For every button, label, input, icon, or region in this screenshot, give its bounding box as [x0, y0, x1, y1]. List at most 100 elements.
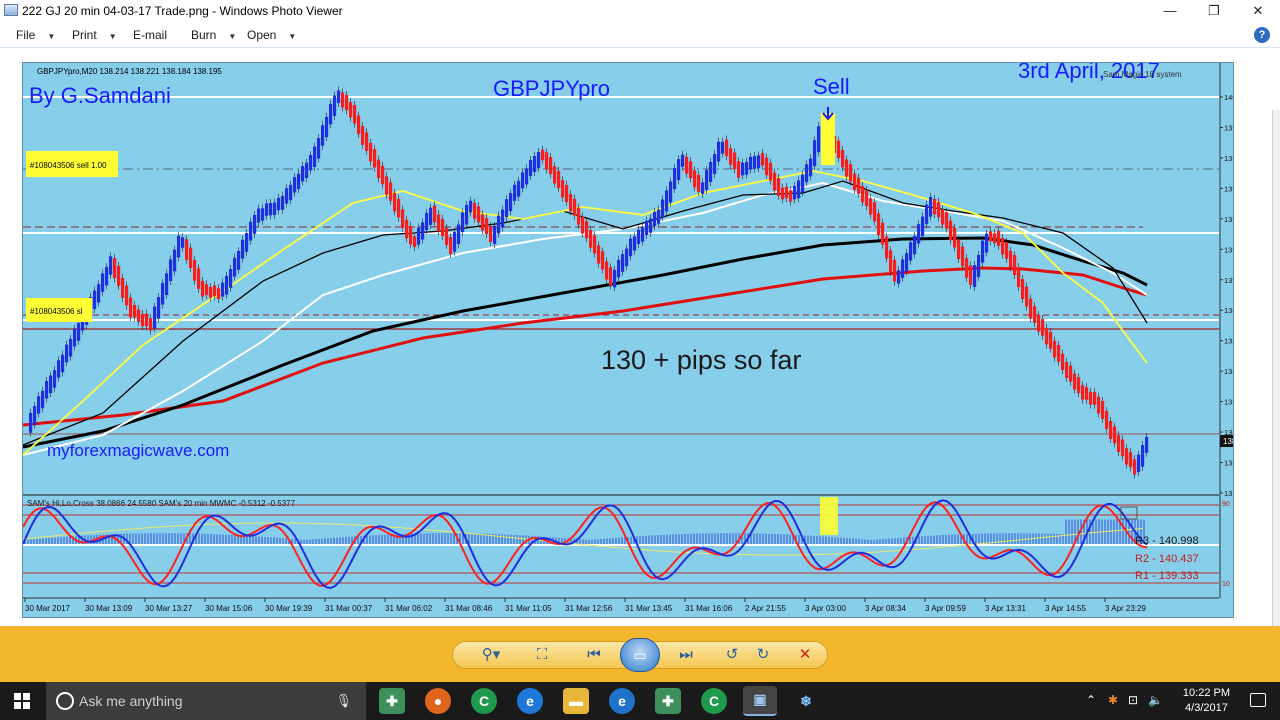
down-bar [877, 213, 881, 236]
up-bar [497, 215, 501, 234]
taskbar-snowflake-app-icon[interactable]: ❄ [793, 688, 819, 714]
close-button[interactable]: ✕ [1236, 0, 1280, 22]
menu-print[interactable]: Print ▼ [72, 28, 117, 42]
windows-start-icon[interactable] [14, 693, 30, 709]
up-bar [897, 270, 901, 284]
taskbar-camtasia2-icon[interactable]: C [701, 688, 727, 714]
down-bar [481, 214, 485, 231]
up-bar [181, 237, 185, 248]
rotate-ccw-icon[interactable]: ↺ [720, 643, 744, 667]
taskbar-file-explorer-icon[interactable]: ▬ [563, 688, 589, 714]
down-bar [489, 226, 493, 242]
time-tick-label: 3 Apr 23:29 [1105, 604, 1146, 613]
up-bar [177, 235, 181, 258]
order-tag-sl: #108043506 sl [30, 307, 83, 316]
rotate-cw-icon[interactable]: ↻ [751, 643, 775, 667]
up-bar [65, 344, 69, 363]
taskbar-clock[interactable]: 10:22 PM 4/3/2017 [1183, 686, 1230, 716]
up-bar [745, 161, 749, 175]
minimize-button[interactable]: — [1148, 0, 1192, 22]
up-bar [57, 360, 61, 378]
down-bar [585, 221, 589, 239]
taskbar-photo-viewer-icon[interactable]: ▣ [743, 686, 777, 716]
time-tick-label: 2 Apr 21:55 [745, 604, 786, 613]
restore-button[interactable]: ❐ [1192, 0, 1236, 22]
time-tick-label: 30 Mar 2017 [25, 604, 70, 613]
taskbar-camtasia-icon[interactable]: C [471, 688, 497, 714]
menu-file[interactable]: File ▼ [16, 28, 55, 42]
down-bar [1009, 250, 1013, 268]
down-bar [197, 268, 201, 289]
down-bar [969, 265, 973, 285]
window-title: 222 GJ 20 min 04-03-17 Trade.png - Windo… [22, 4, 343, 18]
taskbar-internet-explorer-icon[interactable]: e [609, 688, 635, 714]
down-bar [941, 209, 945, 225]
action-center-icon[interactable] [1250, 693, 1266, 707]
down-bar [737, 161, 741, 178]
menu-burn[interactable]: Burn ▼ [191, 28, 236, 42]
up-bar [525, 168, 529, 185]
down-bar [541, 149, 545, 161]
taskbar-app-metatrader-icon[interactable]: ✚ [379, 688, 405, 714]
price-tick-label: 138.905 [1224, 306, 1234, 315]
menu-bar: File ▼ Print ▼ E-mail Burn ▼ Open ▼ ? [0, 22, 1280, 48]
up-bar [101, 273, 105, 292]
down-bar [125, 285, 129, 306]
time-tick-label: 31 Mar 06:02 [385, 604, 433, 613]
down-bar [1101, 401, 1105, 419]
slideshow-icon[interactable]: ▭ [620, 638, 660, 672]
down-bar [577, 207, 581, 225]
up-bar [165, 273, 169, 295]
down-bar [389, 182, 393, 201]
windows-taskbar: Ask me anything 🎙 ✚ ● C e ▬ e ✚ C ▣ ❄ ⌃ … [0, 682, 1280, 720]
up-bar [753, 156, 757, 169]
up-bar [109, 256, 113, 275]
tray-app-icon[interactable]: ✱ [1108, 693, 1118, 707]
taskbar-edge-icon[interactable]: e [517, 688, 543, 714]
down-bar [473, 202, 477, 219]
down-bar [769, 162, 773, 181]
down-bar [989, 231, 993, 242]
author-label: By G.Samdani [29, 83, 171, 108]
network-icon[interactable]: ⊡ [1128, 693, 1138, 707]
down-bar [405, 219, 409, 239]
up-bar [817, 126, 821, 153]
time-tick-label: 3 Apr 14:55 [1045, 604, 1086, 613]
previous-icon[interactable]: ⏮ [580, 643, 608, 667]
down-bar [201, 280, 205, 297]
down-bar [553, 166, 557, 184]
chevron-up-icon[interactable]: ⌃ [1086, 693, 1096, 707]
help-icon[interactable]: ? [1254, 27, 1270, 43]
down-bar [1025, 286, 1029, 307]
microphone-icon[interactable]: 🎙 [335, 693, 352, 709]
taskbar-search-box[interactable]: Ask me anything 🎙 [46, 682, 366, 720]
volume-icon[interactable]: 🔈 [1148, 693, 1163, 707]
zoom-icon[interactable]: ⚲▾ [474, 643, 508, 667]
pivot-r3: R3 - 140.998 [1135, 535, 1199, 547]
down-bar [837, 140, 841, 158]
menu-email[interactable]: E-mail [133, 28, 167, 42]
down-bar [1073, 373, 1077, 390]
up-bar [237, 251, 241, 270]
down-bar [1085, 387, 1089, 400]
window-titlebar: 222 GJ 20 min 04-03-17 Trade.png - Windo… [0, 0, 1280, 22]
down-bar [853, 173, 857, 190]
up-bar [501, 209, 505, 228]
down-bar [697, 174, 701, 192]
vertical-scrollbar[interactable] [1272, 110, 1280, 636]
up-bar [281, 195, 285, 210]
next-icon[interactable]: ⏭ [672, 643, 700, 667]
chart-canvas: GBPJPYpro,M20 138.214 138.221 138.184 13… [23, 63, 1234, 617]
up-bar [273, 202, 277, 215]
up-bar [241, 239, 245, 259]
menu-open[interactable]: Open ▼ [247, 28, 296, 42]
taskbar-app-metatrader2-icon[interactable]: ✚ [655, 688, 681, 714]
down-bar [1013, 255, 1017, 275]
fit-icon[interactable]: ⛶ [530, 643, 554, 667]
time-tick-label: 31 Mar 16:06 [685, 604, 733, 613]
up-bar [249, 221, 253, 241]
down-bar [1097, 396, 1101, 414]
delete-icon[interactable]: ✕ [793, 643, 817, 667]
up-bar [665, 190, 669, 212]
taskbar-firefox-icon[interactable]: ● [425, 688, 451, 714]
